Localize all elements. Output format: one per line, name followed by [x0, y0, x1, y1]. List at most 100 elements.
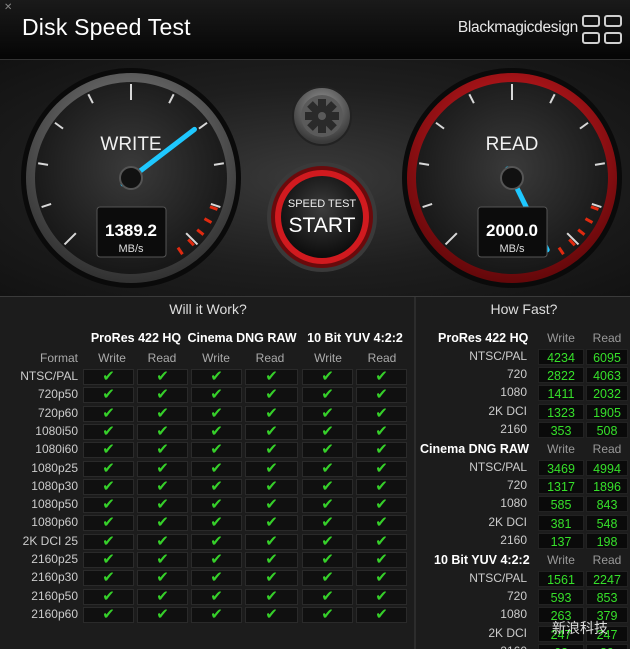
check-icon: ✔ [210, 368, 223, 385]
check-icon: ✔ [265, 605, 278, 623]
how-fast-panel: How Fast? ProRes 422 HQ Write Read NTSC/PAL… [418, 297, 630, 649]
format-label: 2K DCI [488, 514, 527, 529]
check-icon: ✔ [265, 532, 278, 550]
close-icon[interactable]: ✕ [4, 2, 12, 13]
read-speed-value: 4063 [586, 367, 628, 384]
check-icon: ✔ [102, 404, 115, 422]
settings-gear-icon[interactable] [292, 86, 352, 146]
check-icon: ✔ [156, 587, 169, 605]
gauge-panel: WRITE 1389.2 MB/s READ 2000.0 MB/s SPEED… [0, 60, 630, 296]
check-icon: ✔ [265, 368, 278, 385]
write-speed-value: 4234 [538, 349, 584, 365]
check-icon: ✔ [102, 551, 115, 568]
check-icon: ✔ [210, 477, 223, 495]
format-group-header: Cinema DNG RAW [187, 331, 297, 345]
check-icon: ✔ [321, 422, 334, 440]
start-button-label: START [289, 214, 356, 237]
check-icon: ✔ [102, 496, 115, 514]
read-header: Read [592, 553, 622, 567]
format-label: 1080 [500, 607, 527, 622]
format-label: NTSC/PAL [469, 571, 527, 585]
check-icon: ✔ [102, 514, 115, 532]
check-icon: ✔ [375, 551, 388, 568]
check-icon: ✔ [375, 441, 388, 459]
read-speed-value: 508 [586, 421, 628, 438]
check-icon: ✔ [102, 386, 115, 404]
read-speed-value: 2247 [586, 571, 628, 587]
check-icon: ✔ [375, 514, 388, 532]
check-icon: ✔ [102, 441, 115, 459]
write-read-header: Read [255, 351, 285, 365]
check-icon: ✔ [265, 587, 278, 605]
check-icon: ✔ [102, 477, 115, 495]
check-icon: ✔ [375, 459, 388, 477]
brand-name: Blackmagicdesign [457, 19, 578, 36]
format-column-header: Format [39, 351, 78, 365]
check-icon: ✔ [102, 368, 115, 385]
check-icon: ✔ [156, 422, 169, 440]
read-value: 2000.0 [486, 221, 538, 240]
check-icon: ✔ [321, 459, 334, 477]
write-speed-value: 353 [538, 421, 584, 438]
check-icon: ✔ [156, 368, 169, 385]
write-value: 1389.2 [105, 221, 157, 240]
write-speed-value: 3469 [538, 460, 584, 476]
write-speed-value: 585 [538, 496, 584, 513]
how-fast-title: How Fast? [490, 301, 558, 317]
check-icon: ✔ [210, 386, 223, 404]
format-label: 2K DCI [488, 403, 527, 418]
check-icon: ✔ [210, 569, 223, 587]
read-speed-value: 198 [586, 532, 628, 549]
check-icon: ✔ [321, 514, 334, 532]
write-speed-value: 137 [538, 532, 584, 549]
write-gauge: WRITE 1389.2 MB/s [21, 68, 241, 288]
write-speed-value: 1561 [538, 571, 584, 587]
start-button[interactable]: SPEED TEST START [267, 162, 377, 272]
check-icon: ✔ [375, 605, 388, 623]
format-label: NTSC/PAL [20, 369, 78, 383]
check-icon: ✔ [156, 386, 169, 404]
write-speed-value: 2822 [538, 367, 584, 384]
check-icon: ✔ [156, 532, 169, 550]
check-icon: ✔ [210, 422, 223, 440]
format-label: 720p50 [37, 387, 78, 402]
speed-group-header: 10 Bit YUV 4:2:2 [434, 553, 530, 567]
check-icon: ✔ [321, 386, 334, 404]
check-icon: ✔ [102, 422, 115, 440]
format-label: 1080 [500, 385, 527, 400]
format-label: 720 [506, 367, 527, 382]
check-icon: ✔ [210, 532, 223, 550]
check-icon: ✔ [102, 587, 115, 605]
write-read-header: Write [314, 351, 342, 365]
title-bar: ✕ Disk Speed Test Blackmagicdesign [0, 0, 630, 60]
format-label: 2160p30 [31, 570, 78, 585]
check-icon: ✔ [321, 441, 334, 459]
check-icon: ✔ [375, 477, 388, 495]
check-icon: ✔ [156, 551, 169, 568]
check-icon: ✔ [102, 569, 115, 587]
check-icon: ✔ [321, 404, 334, 422]
check-icon: ✔ [210, 404, 223, 422]
check-icon: ✔ [375, 587, 388, 605]
format-label: 2K DCI 25 [22, 533, 78, 548]
watermark: 新浪科技 [552, 620, 608, 636]
check-icon: ✔ [321, 605, 334, 623]
check-icon: ✔ [321, 587, 334, 605]
read-header: Read [592, 442, 622, 456]
app-title: Disk Speed Test [22, 14, 191, 40]
format-label: 1080i60 [35, 442, 78, 457]
write-read-header: Write [98, 351, 126, 365]
write-speed-value: 381 [538, 514, 584, 531]
check-icon: ✔ [210, 441, 223, 459]
check-icon: ✔ [210, 587, 223, 605]
will-it-work-panel: Will it Work? ProRes 422 HQ Cinema DNG RA… [0, 297, 416, 649]
read-speed-value: 2032 [586, 385, 628, 402]
check-icon: ✔ [265, 422, 278, 440]
read-speed-value: 853 [586, 589, 628, 606]
speed-group-header: Cinema DNG RAW [420, 442, 530, 456]
check-icon: ✔ [102, 532, 115, 550]
read-speed-value: 6095 [586, 349, 628, 365]
write-label: WRITE [100, 134, 161, 155]
format-label: 2160 [500, 532, 527, 547]
write-unit: MB/s [118, 243, 144, 255]
